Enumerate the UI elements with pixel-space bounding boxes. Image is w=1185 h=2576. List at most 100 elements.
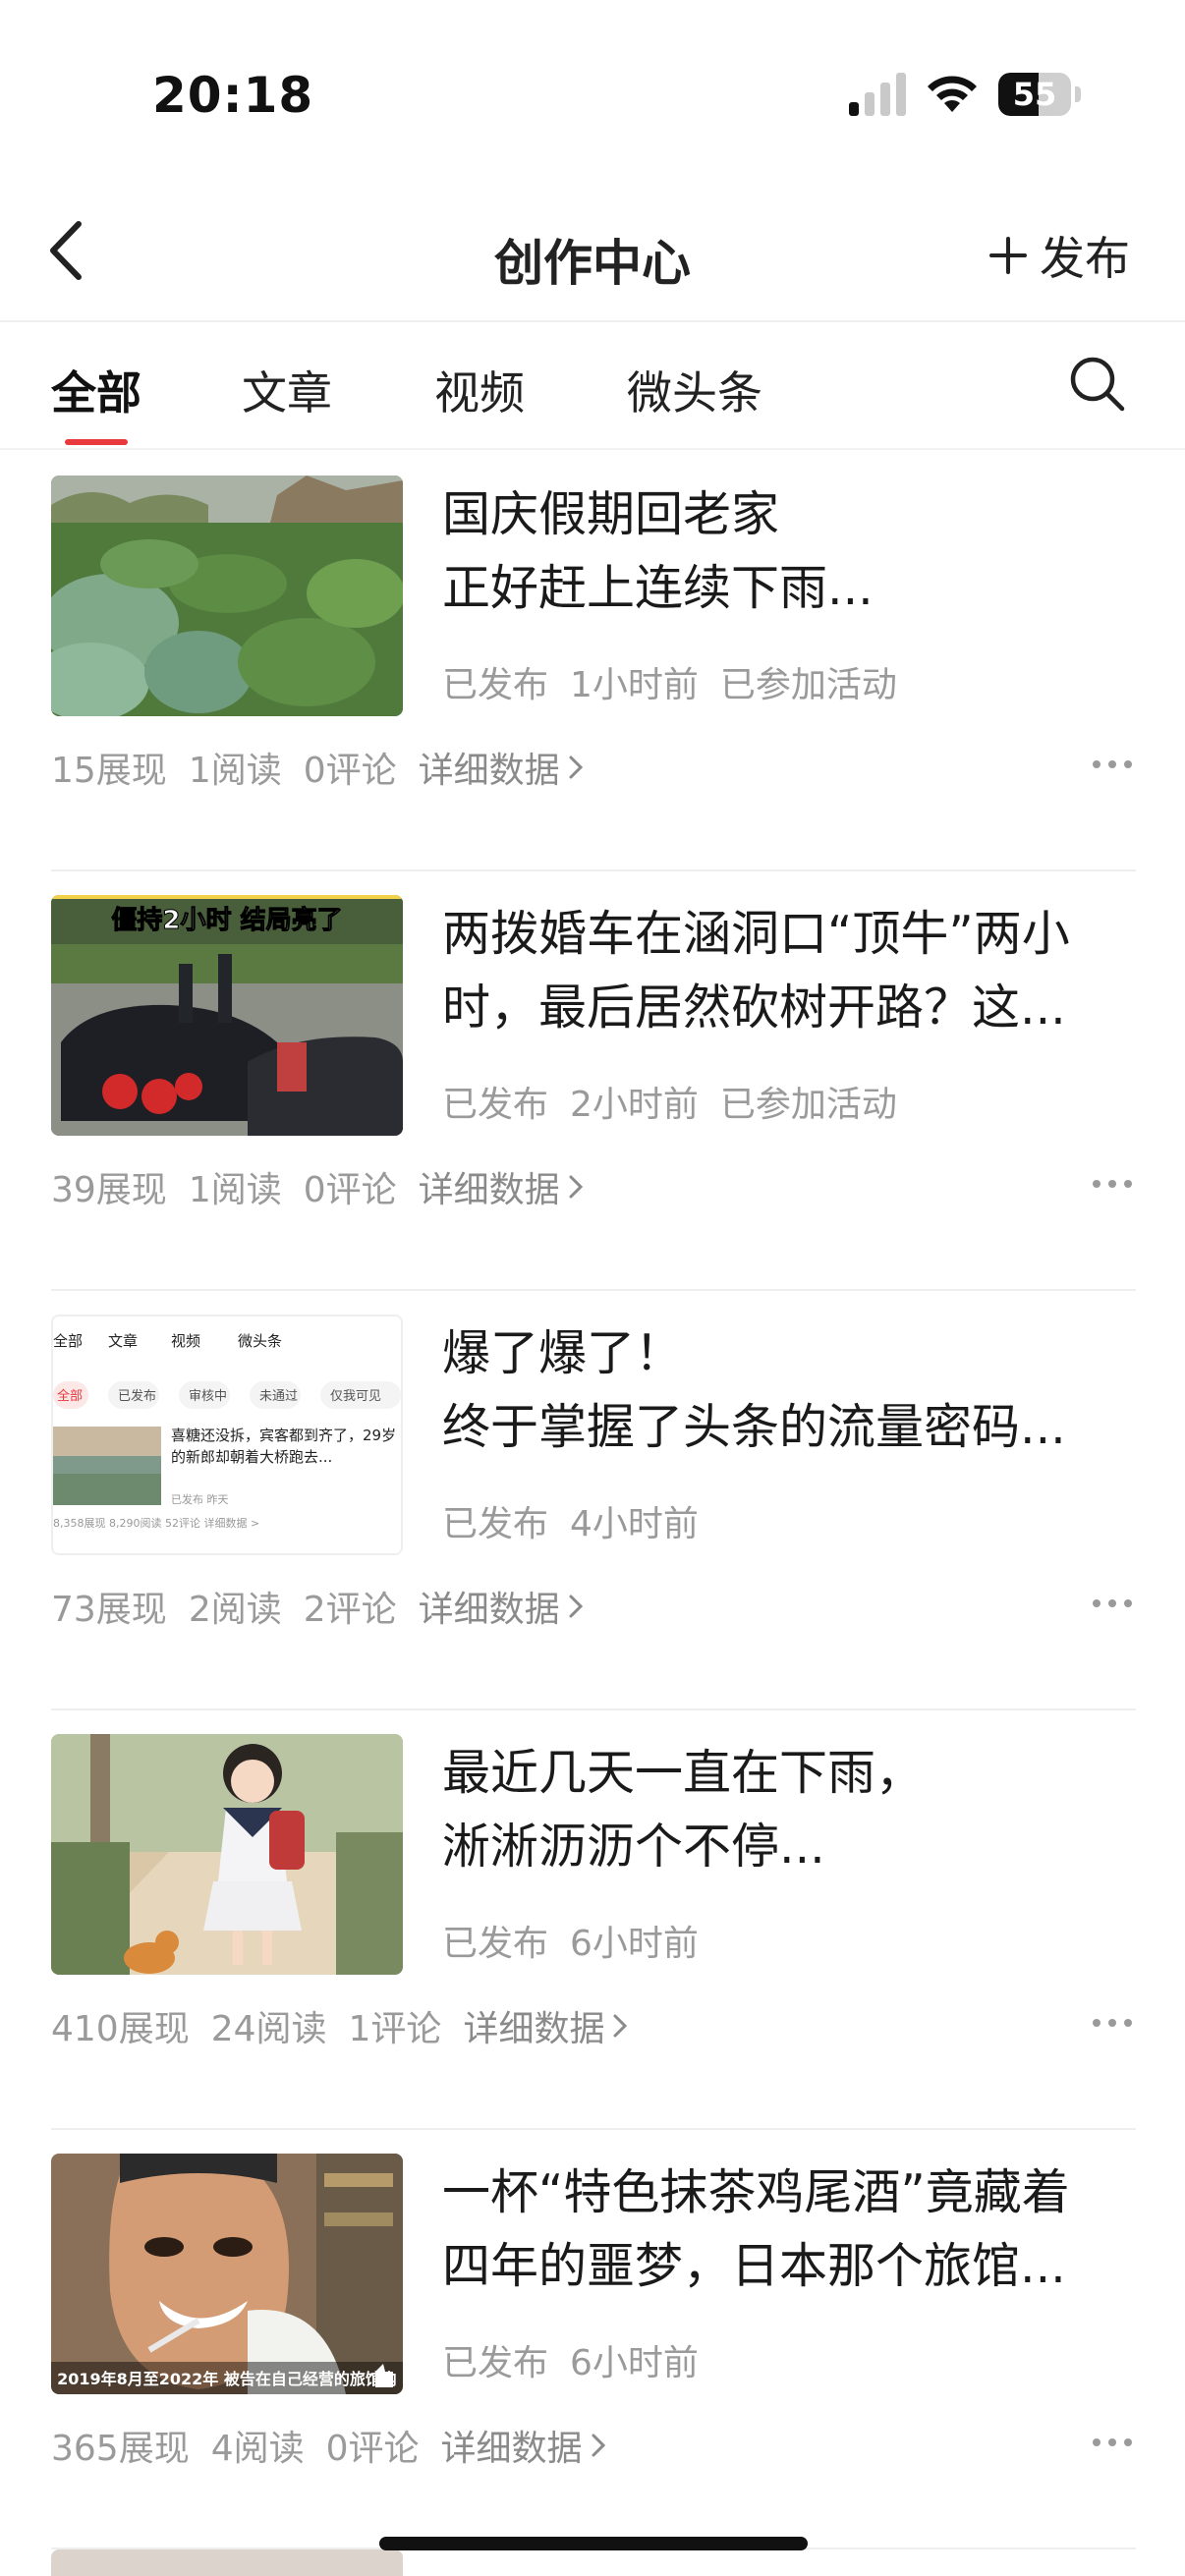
svg-text:已发布 昨天: 已发布 昨天 bbox=[171, 1492, 229, 1506]
detail-data-link[interactable]: 详细数据 bbox=[419, 742, 584, 793]
post-title[interactable]: 一杯“特色抹茶鸡尾酒”竟藏着 四年的噩梦，日本那个旅馆... bbox=[442, 2156, 1136, 2303]
post-title[interactable]: 爆了爆了！ 终于掌握了头条的流量密码... bbox=[442, 1316, 1136, 1464]
tab-micro-posts[interactable]: 微头条 bbox=[627, 358, 762, 422]
wifi-icon bbox=[928, 76, 977, 112]
reads-count: 2阅读 bbox=[188, 1590, 282, 1630]
chevron-right-icon bbox=[569, 756, 583, 779]
post-thumbnail[interactable] bbox=[51, 1734, 403, 1975]
post-card[interactable]: 国庆假期回老家 正好赶上连续下雨... 已发布 1小时前 已参加活动 15展现 1阅… bbox=[51, 450, 1136, 871]
comments-count: 1评论 bbox=[348, 2009, 442, 2049]
post-status: 已发布 bbox=[442, 1085, 549, 1125]
more-options-icon[interactable] bbox=[1089, 2423, 1136, 2462]
svg-text:8,358展现 8,290阅读 52评论 详细数据 >: 8,358展现 8,290阅读 52评论 详细数据 > bbox=[53, 1516, 259, 1530]
battery-icon: 55 bbox=[998, 73, 1081, 116]
more-options-icon[interactable] bbox=[1089, 745, 1136, 784]
chevron-right-icon bbox=[613, 2014, 628, 2038]
svg-text:已发布: 已发布 bbox=[118, 1388, 156, 1404]
chevron-left-icon[interactable] bbox=[39, 216, 98, 285]
search-icon[interactable] bbox=[1065, 352, 1128, 415]
post-card[interactable]: 僵持2小时 结局亮了 两拨婚车在涵洞口“顶牛”两小 时，最后居然砍树开路？这..… bbox=[51, 869, 1136, 1291]
plus-icon bbox=[989, 237, 1027, 274]
impressions-count: 39展现 bbox=[51, 1170, 167, 1210]
impressions-count: 365展现 bbox=[51, 2429, 190, 2469]
reads-count: 1阅读 bbox=[188, 1170, 282, 1210]
post-thumbnail[interactable]: 2019年8月至2022年 被告在自己经营的旅馆内 bbox=[51, 2154, 403, 2394]
tab-all[interactable]: 全部 bbox=[51, 358, 141, 422]
post-time: 4小时前 bbox=[570, 1504, 699, 1544]
post-meta: 已发布 2小时前 已参加活动 bbox=[442, 1076, 919, 1127]
reads-count: 24阅读 bbox=[210, 2009, 327, 2049]
post-status: 已发布 bbox=[442, 1504, 549, 1544]
post-status: 已发布 bbox=[442, 1924, 549, 1964]
post-stats: 410展现 24阅读 1评论 详细数据 bbox=[51, 2000, 628, 2051]
status-bar: 20:18 55 bbox=[0, 0, 1185, 187]
post-meta: 已发布 4小时前 bbox=[442, 1495, 720, 1546]
post-time: 6小时前 bbox=[570, 2343, 699, 2383]
publish-button[interactable]: 发布 bbox=[988, 224, 1130, 287]
detail-data-link[interactable]: 详细数据 bbox=[419, 1161, 584, 1212]
battery-level: 55 bbox=[1012, 76, 1057, 113]
reads-count: 1阅读 bbox=[188, 751, 282, 791]
comments-count: 0评论 bbox=[303, 1170, 397, 1210]
tab-videos[interactable]: 视频 bbox=[434, 358, 525, 422]
comments-count: 0评论 bbox=[303, 751, 397, 791]
post-card[interactable]: 全部 文章 视频 微头条 全部 已发布 审核中 未通过 仅我可见 喜糖还没拆，宾… bbox=[51, 1289, 1136, 1710]
more-options-icon[interactable] bbox=[1089, 1584, 1136, 1623]
post-time: 1小时前 bbox=[570, 665, 699, 705]
post-time: 6小时前 bbox=[570, 1924, 699, 1964]
cellular-signal-icon bbox=[849, 73, 906, 116]
reads-count: 4阅读 bbox=[210, 2429, 305, 2469]
comments-count: 2评论 bbox=[303, 1590, 397, 1630]
post-stats: 73展现 2阅读 2评论 详细数据 bbox=[51, 1581, 584, 1632]
post-title[interactable]: 两拨婚车在涵洞口“顶牛”两小 时，最后居然砍树开路？这... bbox=[442, 897, 1136, 1044]
post-status: 已发布 bbox=[442, 665, 549, 705]
more-options-icon[interactable] bbox=[1089, 1164, 1136, 1204]
post-card[interactable]: 最近几天一直在下雨， 淅淅沥沥个不停... 已发布 6小时前 410展现 24阅读… bbox=[51, 1708, 1136, 2130]
comments-count: 0评论 bbox=[325, 2429, 420, 2469]
post-title[interactable]: 国庆假期回老家 正好赶上连续下雨... bbox=[442, 477, 1136, 625]
detail-data-link[interactable]: 详细数据 bbox=[441, 2420, 606, 2471]
chevron-right-icon bbox=[569, 1175, 583, 1199]
next-post-thumbnail[interactable] bbox=[51, 2549, 403, 2576]
svg-text:未通过: 未通过 bbox=[259, 1389, 298, 1404]
svg-text:仅我可见: 仅我可见 bbox=[330, 1389, 381, 1404]
post-stats: 15展现 1阅读 0评论 详细数据 bbox=[51, 742, 584, 793]
post-card[interactable]: 2019年8月至2022年 被告在自己经营的旅馆内 一杯“特色抹茶鸡尾酒”竟藏着… bbox=[51, 2128, 1136, 2549]
detail-data-link[interactable]: 详细数据 bbox=[463, 2000, 628, 2051]
publish-label: 发布 bbox=[1040, 232, 1130, 285]
impressions-count: 15展现 bbox=[51, 751, 167, 791]
post-thumbnail[interactable]: 全部 文章 视频 微头条 全部 已发布 审核中 未通过 仅我可见 喜糖还没拆，宾… bbox=[51, 1315, 403, 1555]
thumbnail-caption: 2019年8月至2022年 被告在自己经营的旅馆内 bbox=[57, 2370, 397, 2388]
post-meta: 已发布 6小时前 bbox=[442, 1915, 720, 1966]
chevron-right-icon bbox=[569, 1595, 583, 1618]
content-tabs: 全部 文章 视频 微头条 bbox=[0, 322, 1185, 450]
svg-text:审核中: 审核中 bbox=[189, 1389, 227, 1404]
impressions-count: 410展现 bbox=[51, 2009, 190, 2049]
detail-data-link[interactable]: 详细数据 bbox=[419, 1581, 584, 1632]
post-thumbnail[interactable] bbox=[51, 476, 403, 716]
svg-text:全部: 全部 bbox=[53, 1332, 83, 1350]
post-activity: 已参加活动 bbox=[719, 1085, 897, 1125]
home-indicator[interactable] bbox=[379, 2537, 808, 2550]
svg-text:微头条: 微头条 bbox=[238, 1332, 282, 1350]
post-activity: 已参加活动 bbox=[719, 665, 897, 705]
impressions-count: 73展现 bbox=[51, 1590, 167, 1630]
post-title[interactable]: 最近几天一直在下雨， 淅淅沥沥个不停... bbox=[442, 1736, 1136, 1883]
nav-bar: 创作中心 发布 bbox=[0, 187, 1185, 322]
post-stats: 365展现 4阅读 0评论 详细数据 bbox=[51, 2420, 606, 2471]
active-tab-indicator bbox=[65, 439, 128, 445]
post-status: 已发布 bbox=[442, 2343, 549, 2383]
post-meta: 已发布 6小时前 bbox=[442, 2334, 720, 2385]
chevron-right-icon bbox=[592, 2434, 605, 2457]
post-stats: 39展现 1阅读 0评论 详细数据 bbox=[51, 1161, 584, 1212]
status-time: 20:18 bbox=[152, 67, 314, 124]
svg-text:文章: 文章 bbox=[108, 1332, 138, 1350]
post-time: 2小时前 bbox=[570, 1085, 699, 1125]
svg-text:全部: 全部 bbox=[57, 1388, 83, 1404]
post-meta: 已发布 1小时前 已参加活动 bbox=[442, 656, 919, 707]
svg-text:视频: 视频 bbox=[171, 1332, 200, 1350]
more-options-icon[interactable] bbox=[1089, 2003, 1136, 2043]
tab-articles[interactable]: 文章 bbox=[242, 358, 332, 422]
post-thumbnail[interactable]: 僵持2小时 结局亮了 bbox=[51, 895, 403, 1136]
thumbnail-caption: 僵持2小时 结局亮了 bbox=[111, 905, 342, 935]
